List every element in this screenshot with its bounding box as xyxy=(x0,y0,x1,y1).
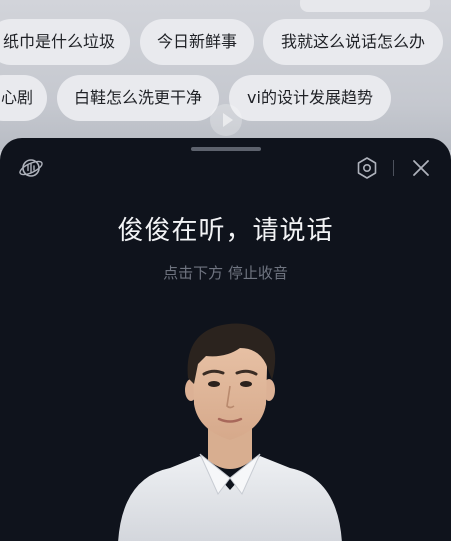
suggestion-chip[interactable]: 今日新鲜事 xyxy=(140,19,254,65)
close-icon[interactable] xyxy=(410,157,432,179)
top-search-strip xyxy=(300,0,430,12)
suggestion-chip[interactable]: vi的设计发展趋势 xyxy=(229,75,391,121)
listening-hint: 点击下方 停止收音 xyxy=(163,264,288,282)
suggestion-chip[interactable]: 白鞋怎么洗更干净 xyxy=(57,75,219,121)
suggestion-chip[interactable]: 心剧 xyxy=(0,75,47,121)
drag-handle[interactable] xyxy=(191,147,261,151)
planet-voice-icon[interactable] xyxy=(18,156,44,180)
virtual-assistant-avatar xyxy=(118,323,342,541)
hexagon-settings-icon[interactable] xyxy=(355,156,379,180)
suggestion-chip[interactable]: 纸巾是什么垃圾 xyxy=(0,19,130,65)
suggestion-background: 纸巾是什么垃圾 今日新鲜事 我就这么说话怎么办 心剧 白鞋怎么洗更干净 vi的设… xyxy=(0,0,451,150)
header-divider xyxy=(393,160,394,176)
listening-title: 俊俊在听，请说话 xyxy=(117,216,334,246)
voice-assistant-panel: 俊俊在听，请说话 点击下方 停止收音 xyxy=(0,138,451,541)
suggestion-chip[interactable]: 我就这么说话怎么办 xyxy=(263,19,443,65)
play-icon xyxy=(210,104,242,136)
